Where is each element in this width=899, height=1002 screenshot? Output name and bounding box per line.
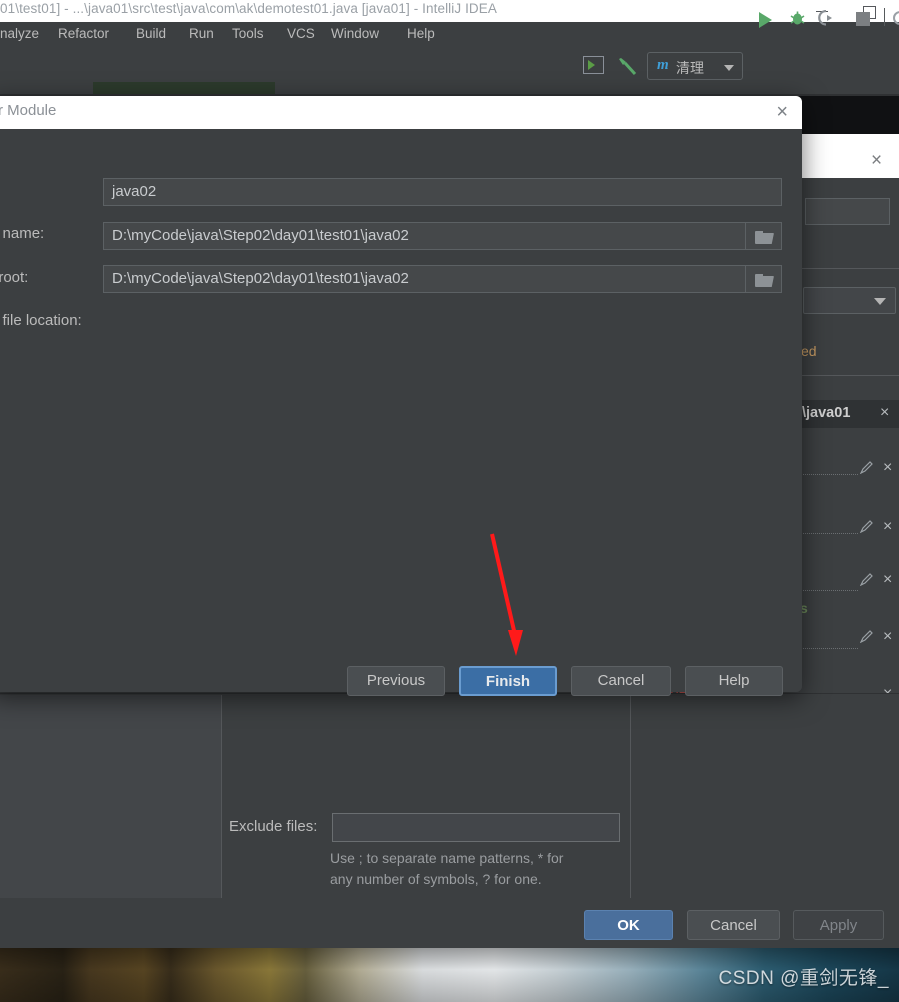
background-dialog-dotted-line [800,474,858,475]
background-dialog-dotted-line [800,590,858,591]
exclude-hint-line-1: Use ; to separate name patterns, * for [330,850,564,866]
run-configuration-icon[interactable] [583,56,604,74]
toolbar-divider [884,8,885,26]
menu-item-build[interactable]: Build [136,26,166,41]
exclude-files-input[interactable] [332,813,620,842]
content-root-browse-button[interactable] [745,222,782,250]
ok-button[interactable]: OK [584,910,673,940]
maven-m-icon: m [657,57,669,73]
exclude-hint-line-2: any number of symbols, ? for one. [330,871,542,887]
edit-pencil-icon[interactable] [859,572,874,587]
background-dialog-divider-1 [800,268,899,269]
module-file-location-browse-button[interactable] [745,265,782,293]
csdn-watermark: CSDN @重剑无锋_ [718,968,889,989]
menu-item-vcs[interactable]: VCS [287,26,315,41]
settings-cancel-button[interactable]: Cancel [687,910,780,940]
module-file-location-input[interactable]: D:\myCode\java\Step02\day01\test01\java0… [103,265,748,293]
apply-button[interactable]: Apply [793,910,884,940]
maven-run-config-chip[interactable]: m 清理 [647,52,743,80]
menu-item-window[interactable]: Window [331,26,379,41]
editor-dark-strip [795,96,899,134]
menu-item-run[interactable]: Run [189,26,214,41]
background-dialog-combobox[interactable] [803,287,896,314]
desktop-wallpaper: CSDN @重剑无锋_ [0,948,899,1002]
wizard-body: e name: java02 t root: D:\myCode\java\St… [0,129,802,696]
module-name-input[interactable]: java02 [103,178,782,206]
chevron-down-icon [724,65,734,71]
background-dialog-header [800,134,899,178]
exclude-files-label: Exclude files: [229,818,318,835]
background-dialog-row-remove-icon[interactable]: × [883,460,892,476]
edit-pencil-icon[interactable] [859,629,874,644]
new-module-wizard-dialog: r Module × e name: java02 t root: D:\myC… [0,96,802,696]
background-dialog-close-icon[interactable]: × [871,151,882,170]
menu-item-analyze[interactable]: nalyze [0,26,39,41]
ide-toolbar [0,50,899,82]
screen-root: 01\test01] - ...\java01\src\test\java\co… [0,0,899,1002]
maven-config-label: 清理 [676,60,704,76]
background-dialog-selected-label: \java01 [802,405,851,421]
menu-item-tools[interactable]: Tools [232,26,264,41]
finish-button[interactable]: Finish [459,666,557,696]
wizard-cancel-button[interactable]: Cancel [571,666,671,696]
run-play-icon[interactable] [759,12,772,28]
chevron-down-icon [874,298,886,305]
edit-pencil-icon[interactable] [859,519,874,534]
background-dialog-row-remove-icon[interactable]: × [883,629,892,645]
background-dialog-partial-text: ed [801,343,817,359]
editor-tab-strip [0,82,899,96]
close-icon[interactable]: × [776,101,788,123]
background-dialog-row-remove-icon[interactable]: × [880,405,889,421]
edit-pencil-icon[interactable] [859,460,874,475]
settings-right-pane [631,695,899,898]
folder-icon [755,274,774,287]
background-dialog-row-remove-icon[interactable]: × [883,519,892,535]
build-hammer-icon[interactable] [616,56,638,76]
content-root-input[interactable]: D:\myCode\java\Step02\day01\test01\java0… [103,222,748,250]
help-button[interactable]: Help [685,666,783,696]
background-dialog-dotted-line [800,533,858,534]
wizard-title-bar: r Module × [0,96,802,129]
settings-left-pane [0,695,222,898]
background-dialog-dotted-line [800,648,858,649]
previous-button[interactable]: Previous [347,666,445,696]
debug-bug-icon[interactable] [789,10,806,26]
module-name-label: e name: [0,225,45,242]
background-dialog-divider-2 [800,375,899,376]
menu-item-refactor[interactable]: Refactor [58,26,109,41]
module-file-location-label: e file location: [0,312,82,329]
stop-square-icon[interactable] [856,12,870,26]
wizard-title: r Module [0,102,57,119]
menu-item-help[interactable]: Help [407,26,435,41]
ide-window-title: 01\test01] - ...\java01\src\test\java\co… [0,1,497,16]
background-dialog-row-remove-icon[interactable]: × [883,572,892,588]
exclude-files-hint: Use ; to separate name patterns, * for a… [330,848,630,890]
folder-icon [755,231,774,244]
run-with-coverage-icon[interactable] [818,9,835,26]
background-dialog-text-field[interactable] [805,198,890,225]
content-root-label: t root: [0,269,29,286]
